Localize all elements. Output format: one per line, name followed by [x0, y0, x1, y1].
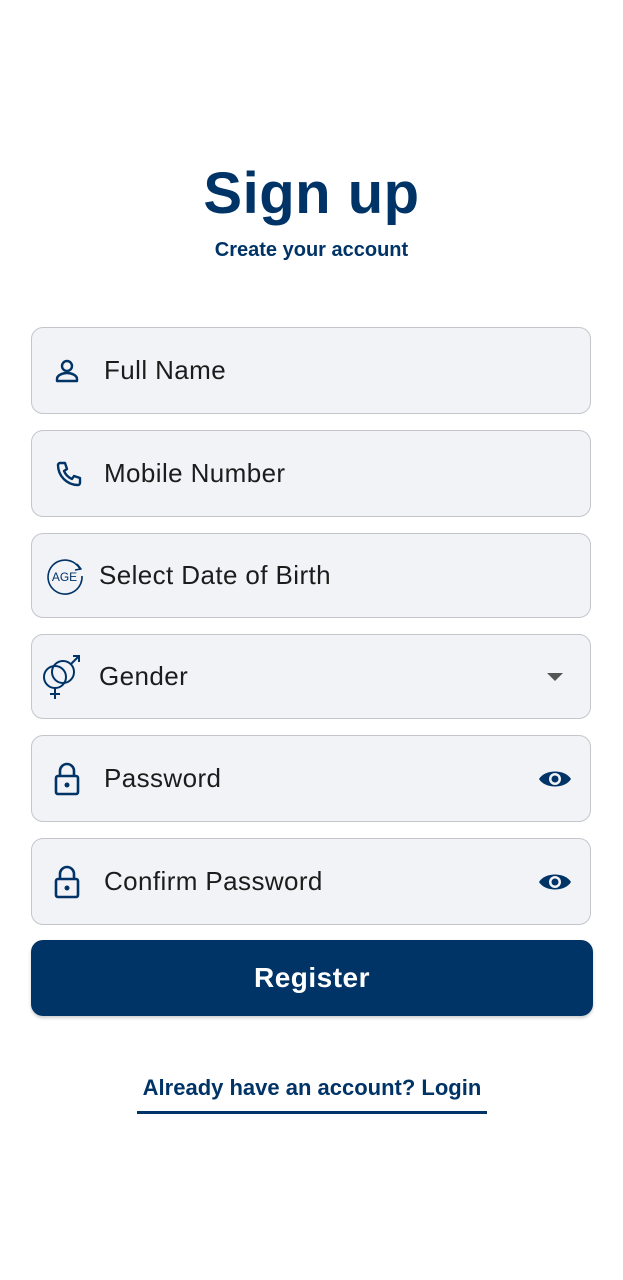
lock-icon	[52, 762, 82, 796]
eye-icon[interactable]	[538, 839, 572, 924]
gender-placeholder: Gender	[99, 661, 189, 691]
date-of-birth-placeholder: Select Date of Birth	[99, 560, 331, 590]
password-placeholder: Password	[104, 763, 222, 793]
register-button[interactable]: Register	[31, 940, 593, 1016]
lock-icon	[52, 865, 82, 899]
full-name-field[interactable]: Full Name	[31, 327, 591, 414]
page-title: Sign up	[203, 161, 420, 226]
mobile-number-placeholder: Mobile Number	[104, 458, 286, 488]
date-of-birth-field[interactable]: AGE Select Date of Birth	[31, 533, 591, 618]
full-name-placeholder: Full Name	[104, 355, 227, 385]
mobile-number-field[interactable]: Mobile Number	[31, 430, 591, 517]
login-link[interactable]: Already have an account? Login	[137, 1075, 487, 1114]
dropdown-arrow-icon[interactable]	[546, 635, 564, 718]
age-icon-text: AGE	[52, 570, 77, 584]
person-icon	[52, 356, 82, 386]
phone-icon	[52, 459, 84, 491]
age-icon: AGE	[44, 555, 86, 597]
gender-icon	[40, 653, 84, 701]
confirm-password-field[interactable]: Confirm Password	[31, 838, 591, 925]
page-subtitle: Create your account	[214, 239, 409, 261]
password-field[interactable]: Password	[31, 735, 591, 822]
eye-icon[interactable]	[538, 736, 572, 821]
confirm-password-placeholder: Confirm Password	[104, 866, 323, 896]
gender-select[interactable]: Gender	[31, 634, 591, 719]
